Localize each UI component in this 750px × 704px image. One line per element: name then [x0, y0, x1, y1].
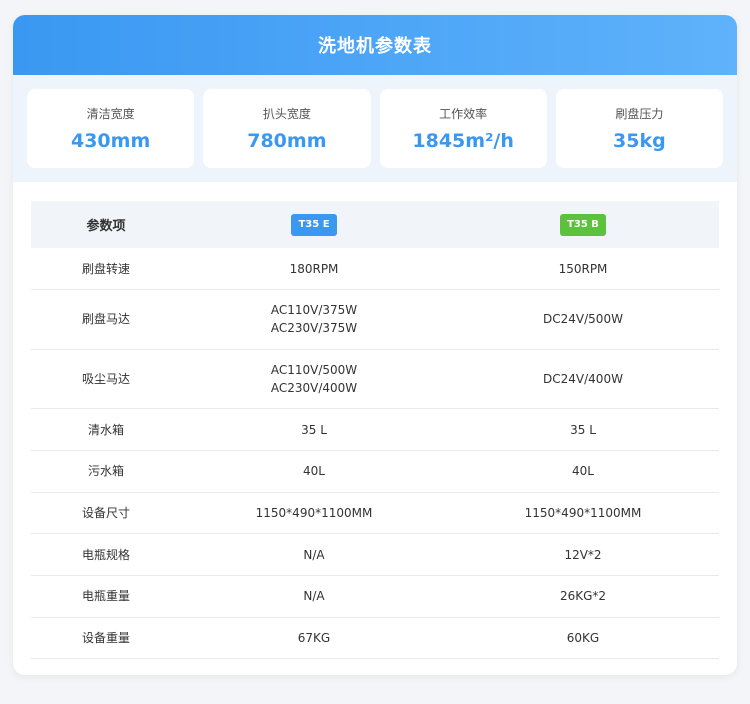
value-line: 180RPM: [289, 261, 339, 276]
stat-label: 清洁宽度: [86, 107, 135, 121]
param-name-cell: 电瓶重量: [31, 575, 181, 618]
value-line: 1150*490*1100MM: [255, 505, 373, 520]
model-a-value-cell: 1150*490*1100MM: [181, 492, 447, 535]
param-name-cell: 刷盘转速: [31, 248, 181, 291]
stat-value: 1845m²/h: [412, 130, 514, 152]
table-body: 刷盘转速 180RPM 150RPM 刷盘马达 AC110V/375W AC230V/37…: [31, 248, 719, 660]
model-badge-t35b: T35 B: [560, 213, 606, 236]
table-row: 污水箱 40L 40L: [31, 450, 719, 493]
model-a-value-cell: 35 L: [181, 408, 447, 451]
stat-card-brush-pressure: 刷盘压力 35kg: [555, 89, 723, 168]
param-name-cell: 电瓶规格: [31, 533, 181, 576]
card-header: 洗地机参数表: [13, 15, 737, 75]
model-a-value-cell: 40L: [181, 450, 447, 493]
model-b-value-cell: 150RPM: [447, 248, 719, 291]
value-line: 40L: [572, 464, 594, 479]
table-row: 吸尘马达 AC110V/500W AC230V/400W DC24V/400W: [31, 349, 719, 410]
model-a-value-cell: 67KG: [181, 617, 447, 660]
value-line: 26KG*2: [559, 589, 607, 604]
stat-value: 780mm: [247, 130, 327, 152]
stat-card-squeegee-width: 扒头宽度 780mm: [203, 89, 371, 168]
model-b-value-cell: 60KG: [447, 617, 719, 660]
model-badge-t35e: T35 E: [291, 213, 337, 236]
value-line: 67KG: [297, 630, 331, 645]
value-line: AC230V/400W: [270, 380, 358, 395]
value-line: 60KG: [566, 630, 600, 645]
value-line: 40L: [303, 464, 325, 479]
stat-card-efficiency: 工作效率 1845m²/h: [379, 89, 547, 168]
table-row: 设备尺寸 1150*490*1100MM 1150*490*1100MM: [31, 492, 719, 535]
value-line: N/A: [303, 589, 325, 604]
table-header-row: 参数项 T35 E T35 B: [31, 201, 719, 248]
spec-card: 洗地机参数表 清洁宽度 430mm 扒头宽度 780mm 工作效率 1845m²…: [13, 15, 737, 675]
value-line: AC230V/375W: [270, 321, 358, 336]
model-a-value-cell: N/A: [181, 575, 447, 618]
stat-label: 刷盘压力: [615, 107, 664, 121]
param-name-cell: 吸尘马达: [31, 349, 181, 410]
stat-card-cleaning-width: 清洁宽度 430mm: [27, 89, 195, 168]
table-row: 清水箱 35 L 35 L: [31, 408, 719, 451]
stats-panel: 清洁宽度 430mm 扒头宽度 780mm 工作效率 1845m²/h 刷盘压力…: [13, 75, 737, 182]
model-a-value-cell: AC110V/375W AC230V/375W: [181, 289, 447, 350]
model-b-value-cell: 35 L: [447, 408, 719, 451]
model-b-value-cell: 40L: [447, 450, 719, 493]
value-line: 35 L: [570, 422, 596, 437]
header-model-a: T35 E: [181, 201, 447, 248]
value-line: DC24V/400W: [543, 371, 623, 386]
value-line: DC24V/500W: [543, 312, 623, 327]
value-line: 12V*2: [564, 547, 602, 562]
value-line: 35 L: [301, 422, 327, 437]
stat-value: 35kg: [613, 130, 666, 152]
spec-table: 参数项 T35 E T35 B 刷盘转速 180RPM 150RPM 刷盘马达 AC11…: [31, 201, 719, 660]
model-a-value-cell: 180RPM: [181, 248, 447, 291]
value-line: 150RPM: [558, 261, 608, 276]
header-param: 参数项: [31, 201, 181, 248]
stat-value: 430mm: [70, 130, 151, 152]
model-b-value-cell: 26KG*2: [447, 575, 719, 618]
model-a-value-cell: N/A: [181, 533, 447, 576]
table-row: 电瓶规格 N/A 12V*2: [31, 533, 719, 576]
value-line: AC110V/500W: [270, 362, 358, 377]
stat-label: 扒头宽度: [262, 107, 311, 121]
header-model-b: T35 B: [447, 201, 719, 248]
model-b-value-cell: 12V*2: [447, 533, 719, 576]
param-name-cell: 设备尺寸: [31, 492, 181, 535]
value-line: AC110V/375W: [270, 303, 358, 318]
model-b-value-cell: 1150*490*1100MM: [447, 492, 719, 535]
model-b-value-cell: DC24V/500W: [447, 289, 719, 350]
param-name-cell: 刷盘马达: [31, 289, 181, 350]
table-row: 刷盘转速 180RPM 150RPM: [31, 248, 719, 291]
value-line: N/A: [303, 547, 325, 562]
stat-label: 工作效率: [439, 107, 488, 121]
param-name-cell: 清水箱: [31, 408, 181, 451]
table-row: 刷盘马达 AC110V/375W AC230V/375W DC24V/500W: [31, 289, 719, 350]
table-row: 设备重量 67KG 60KG: [31, 617, 719, 660]
model-b-value-cell: DC24V/400W: [447, 349, 719, 410]
table-row: 电瓶重量 N/A 26KG*2: [31, 575, 719, 618]
param-name-cell: 污水箱: [31, 450, 181, 493]
spec-table-wrap: 参数项 T35 E T35 B 刷盘转速 180RPM 150RPM 刷盘马达 AC11…: [13, 182, 737, 660]
model-a-value-cell: AC110V/500W AC230V/400W: [181, 349, 447, 410]
param-name-cell: 设备重量: [31, 617, 181, 660]
value-line: 1150*490*1100MM: [524, 505, 642, 520]
page-title: 洗地机参数表: [318, 36, 432, 57]
